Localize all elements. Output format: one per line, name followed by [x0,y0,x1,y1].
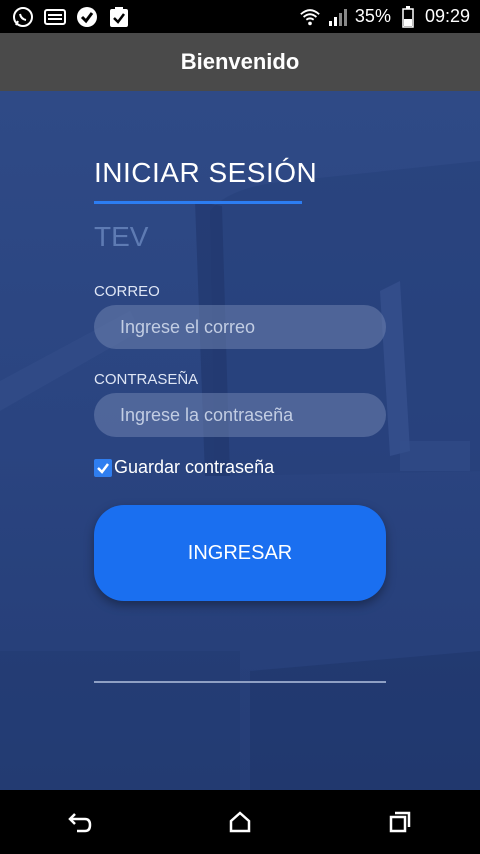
bottom-divider [94,681,386,683]
navigation-bar [0,790,480,854]
signal-icon [327,6,349,28]
back-icon[interactable] [50,802,110,842]
email-field[interactable] [94,305,386,349]
password-label: CONTRASEÑA [94,371,199,388]
keyboard-icon [44,6,66,28]
battery-icon [397,5,419,28]
whatsapp-icon [12,6,34,28]
wifi-icon [299,6,321,28]
remember-password-row[interactable]: Guardar contraseña [94,457,274,478]
app-name: TEV [94,221,149,252]
notification-icons [0,6,130,28]
battery-percent: 35% [354,6,391,26]
truck-background-image [0,161,480,790]
login-title: INICIAR SESIÓN [94,157,318,188]
home-icon[interactable] [210,802,270,842]
remember-password-checkbox[interactable] [94,458,112,477]
clock: 09:29 [424,6,470,26]
login-screen: INICIAR SESIÓN TEV CORREO CONTRASEÑA Gua… [0,91,480,790]
status-bar: 35% 09:29 [0,0,480,33]
app-bar-title: Bienvenido [180,49,300,74]
app-bar: Bienvenido [0,33,480,91]
email-label: CORREO [94,283,160,300]
recents-icon[interactable] [370,802,430,842]
system-status: 35% 09:29 [299,5,480,28]
clipboard-check-icon [108,6,130,28]
check-shield-icon [76,6,98,28]
login-button[interactable]: INGRESAR [94,505,386,601]
remember-password-label: Guardar contraseña [114,457,275,477]
checkmark-icon [97,462,109,474]
title-underline [94,201,302,204]
password-field[interactable] [94,393,386,437]
